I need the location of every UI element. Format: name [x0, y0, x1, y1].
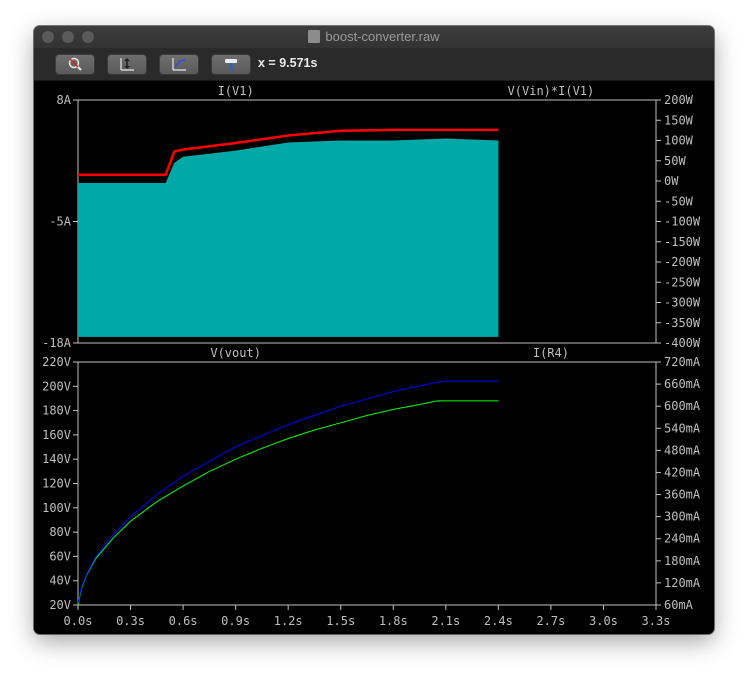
y-right-tick-label: 100W [664, 134, 694, 148]
y-right-tick-label: -50W [664, 194, 694, 208]
x-tick-label: 1.5s [326, 614, 355, 628]
y-right-tick-label: 120mA [664, 576, 701, 590]
y-left-tick-label: 180V [42, 404, 71, 418]
y-right-tick-label: -100W [664, 215, 701, 229]
x-tick-label: 1.8s [379, 614, 408, 628]
x-tick-label: 2.4s [484, 614, 513, 628]
x-tick-label: 0.9s [221, 614, 250, 628]
y-right-tick-label: 300mA [664, 510, 701, 524]
trace-label-left: V(vout) [210, 346, 261, 360]
y-right-tick-label: 420mA [664, 465, 701, 479]
x-tick-label: 3.3s [642, 614, 671, 628]
y-left-tick-label: 220V [42, 355, 71, 369]
y-right-tick-label: -300W [664, 296, 701, 310]
y-left-tick-label: -5A [49, 215, 71, 229]
y-left-tick-label: 160V [42, 428, 71, 442]
y-left-tick-label: 60V [49, 549, 71, 563]
x-tick-label: 1.2s [274, 614, 303, 628]
y-right-tick-label: -350W [664, 316, 701, 330]
y-left-tick-label: 140V [42, 452, 71, 466]
y-right-tick-label: 60mA [664, 598, 694, 612]
series-line-i-r4- [77, 380, 499, 603]
y-right-tick-label: -250W [664, 275, 701, 289]
y-left-tick-label: 80V [49, 525, 71, 539]
y-right-tick-label: 360mA [664, 488, 701, 502]
x-tick-label: 0.6s [169, 614, 198, 628]
y-left-tick-label: -18A [42, 336, 72, 350]
y-right-tick-label: 50W [664, 154, 686, 168]
y-right-tick-label: 200W [664, 93, 694, 107]
y-left-tick-label: 100V [42, 501, 71, 515]
x-tick-label: 0.0s [64, 614, 93, 628]
y-left-tick-label: 40V [49, 574, 71, 588]
y-right-tick-label: 150W [664, 113, 694, 127]
y-right-tick-label: 240mA [664, 532, 701, 546]
y-right-tick-label: 600mA [664, 399, 701, 413]
series-line-v-vout- [77, 400, 499, 606]
y-right-tick-label: 540mA [664, 421, 701, 435]
x-tick-label: 2.1s [431, 614, 460, 628]
y-right-tick-label: -150W [664, 235, 701, 249]
y-right-tick-label: 660mA [664, 377, 701, 391]
trace-label-right: V(Vin)*I(V1) [508, 84, 595, 98]
y-right-tick-label: 180mA [664, 554, 701, 568]
y-left-tick-label: 200V [42, 379, 71, 393]
trace-label-right: I(R4) [533, 346, 569, 360]
y-right-tick-label: -400W [664, 336, 701, 350]
y-right-tick-label: 720mA [664, 355, 701, 369]
y-left-tick-label: 20V [49, 598, 71, 612]
waveform-window: boost-converter.raw x = 9.571s 8A -5A -1… [34, 26, 714, 634]
y-right-tick-label: -200W [664, 255, 701, 269]
x-tick-label: 3.0s [589, 614, 618, 628]
x-tick-label: 0.3s [116, 614, 145, 628]
trace-label-left: I(V1) [218, 84, 254, 98]
x-tick-label: 2.7s [536, 614, 565, 628]
power-series-fill [78, 138, 499, 337]
y-right-tick-label: 480mA [664, 443, 701, 457]
y-left-tick-label: 120V [42, 477, 71, 491]
waveform-plot[interactable]: 8A -5A -18A 200W 150W 100W 50W 0W -50W -100W -150W… [34, 26, 714, 634]
y-left-tick-label: 8A [57, 93, 72, 107]
y-right-tick-label: 0W [664, 174, 679, 188]
